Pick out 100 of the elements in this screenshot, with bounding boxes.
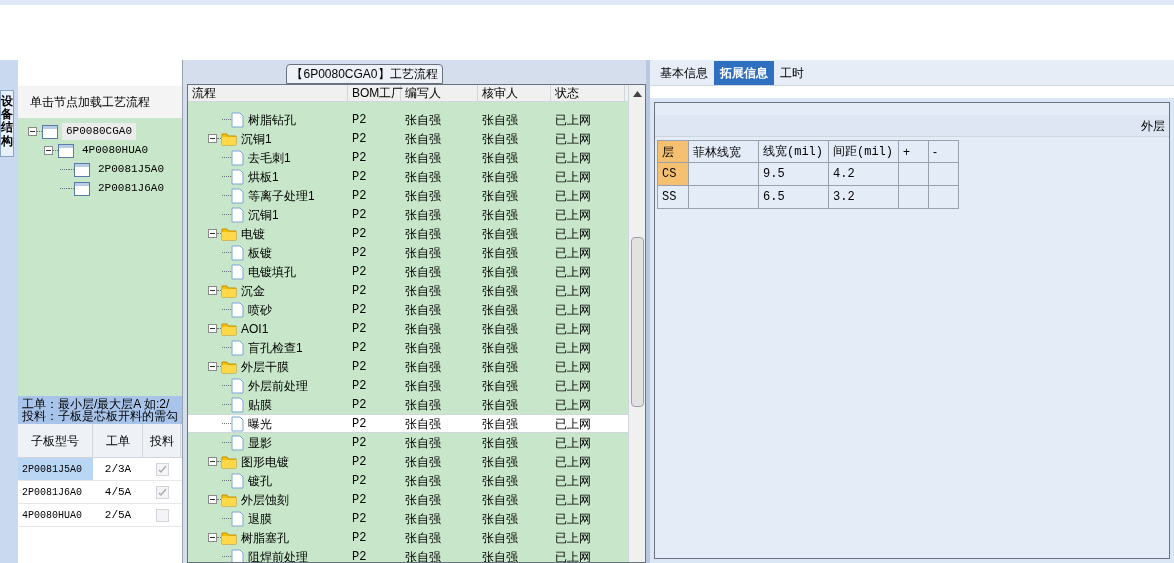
column-header[interactable]: 状态 (551, 85, 625, 101)
row-header[interactable]: CS (658, 163, 689, 186)
table-cell-text: 张自强 (404, 548, 442, 562)
panel-title: 【6P0080CGA0】工艺流程 (286, 64, 443, 84)
folder-icon (221, 454, 237, 469)
flow-step-name: 等离子处理1 (248, 187, 315, 205)
table-cell-text: P2 (351, 244, 368, 262)
table-row[interactable]: 2P0081J5A0 2/3A (18, 458, 182, 481)
column-header[interactable]: + (899, 141, 929, 163)
collapse-icon[interactable] (208, 134, 217, 143)
collapse-icon[interactable] (44, 146, 53, 155)
table-cell-text: 张自强 (404, 377, 442, 395)
table-cell-text: 4/5A (103, 484, 133, 500)
folder-icon (221, 359, 237, 374)
flow-row[interactable]: 阻焊前处理 P2 张自强 张自强 已上网 (188, 547, 628, 562)
tree-node[interactable]: 4P0080HUA0 (78, 142, 152, 159)
flow-row[interactable]: AOI1 P2 张自强 张自强 已上网 (188, 319, 628, 338)
collapse-icon[interactable] (208, 286, 217, 295)
column-header[interactable]: 菲林线宽 (689, 141, 759, 163)
table-cell-text: 张自强 (404, 206, 442, 224)
flow-row[interactable]: 显影 P2 张自强 张自强 已上网 (188, 433, 628, 452)
flow-row[interactable]: 贴膜 P2 张自强 张自强 已上网 (188, 395, 628, 414)
collapse-icon[interactable] (208, 533, 217, 542)
flow-row[interactable]: 外层前处理 P2 张自强 张自强 已上网 (188, 376, 628, 395)
table-cell-text: P2 (351, 282, 368, 300)
check-icon (157, 464, 167, 474)
column-header[interactable]: 层 (658, 141, 689, 163)
table-cell-text: P2 (351, 510, 368, 528)
table-cell: 2P0081J5A0 (18, 458, 93, 480)
flow-row[interactable]: 烘板1 P2 张自强 张自强 已上网 (188, 167, 628, 186)
flow-step-name: 去毛刺1 (248, 149, 291, 167)
tree-node[interactable]: 2P0081J5A0 (94, 161, 168, 178)
flow-row[interactable]: 去毛刺1 P2 张自强 张自强 已上网 (188, 148, 628, 167)
flow-row[interactable]: 电镀填孔 P2 张自强 张自强 已上网 (188, 262, 628, 281)
collapse-icon[interactable] (208, 229, 217, 238)
flow-row[interactable]: 镀孔 P2 张自强 张自强 已上网 (188, 471, 628, 490)
flow-row[interactable]: 外层蚀刻 P2 张自强 张自强 已上网 (188, 490, 628, 509)
column-header[interactable]: 线宽(mil) (759, 141, 829, 163)
table-cell-text: 已上网 (554, 453, 592, 471)
flow-row[interactable]: 板镀 P2 张自强 张自强 已上网 (188, 243, 628, 262)
flow-step-name: 阻焊前处理 (248, 548, 308, 562)
scrollbar[interactable] (628, 85, 645, 562)
document-icon (231, 263, 244, 280)
flow-row[interactable]: 外层干膜 P2 张自强 张自强 已上网 (188, 357, 628, 376)
column-header[interactable]: 核审人 (478, 85, 551, 101)
tab[interactable]: 拓展信息 (714, 61, 774, 85)
checkbox[interactable] (155, 485, 169, 499)
table-row[interactable]: 4P0080HUA0 2/5A (18, 504, 182, 527)
table-cell (899, 186, 929, 209)
collapse-icon[interactable] (208, 324, 217, 333)
document-icon (231, 168, 244, 185)
tab[interactable]: 工时 (774, 61, 810, 85)
column-header[interactable]: 间距(mil) (829, 141, 899, 163)
document-icon (231, 472, 244, 489)
table-cell-text: 张自强 (404, 453, 442, 471)
collapse-icon[interactable] (208, 457, 217, 466)
collapse-icon[interactable] (208, 362, 217, 371)
collapse-icon[interactable] (28, 127, 37, 136)
scroll-up-icon[interactable] (632, 91, 642, 97)
document-icon (231, 244, 244, 261)
table-cell: 3.2 (829, 186, 899, 209)
column-header[interactable]: 工单 (93, 424, 143, 457)
table-cell-text: 张自强 (481, 548, 519, 562)
column-header[interactable]: BOM工厂 (348, 85, 401, 101)
row-header[interactable]: SS (658, 186, 689, 209)
table-cell-text: 张自强 (481, 225, 519, 243)
tree-node[interactable]: 2P0081J6A0 (94, 180, 168, 197)
flow-row[interactable]: 沉金 P2 张自强 张自强 已上网 (188, 281, 628, 300)
table-cell-text: 已上网 (554, 415, 592, 432)
column-header[interactable]: 投料 (143, 424, 181, 457)
column-header[interactable]: - (929, 141, 959, 163)
flow-row[interactable]: 图形电镀 P2 张自强 张自强 已上网 (188, 452, 628, 471)
table-cell-text: 张自强 (481, 510, 519, 528)
tab[interactable]: 基本信息 (654, 61, 714, 85)
column-header[interactable]: 流程 (188, 85, 348, 101)
flow-row[interactable]: 沉铜1 P2 张自强 张自强 已上网 (188, 205, 628, 224)
table-cell (929, 163, 959, 186)
flow-row[interactable]: 树脂钻孔 P2 张自强 张自强 已上网 (188, 110, 628, 129)
table-cell-text: P2 (351, 358, 368, 376)
side-tab[interactable]: 设备结构 (0, 90, 14, 157)
flow-row[interactable]: 等离子处理1 P2 张自强 张自强 已上网 (188, 186, 628, 205)
flow-row[interactable]: 树脂塞孔 P2 张自强 张自强 已上网 (188, 528, 628, 547)
flow-row[interactable]: 曝光 P2 张自强 张自强 已上网 (188, 414, 628, 433)
column-header[interactable]: 子板型号 (18, 424, 93, 457)
flow-row[interactable]: 喷砂 P2 张自强 张自强 已上网 (188, 300, 628, 319)
check-icon (157, 487, 167, 497)
folder-icon (221, 530, 237, 545)
table-row[interactable]: 2P0081J6A0 4/5A (18, 481, 182, 504)
flow-row[interactable]: 退膜 P2 张自强 张自强 已上网 (188, 509, 628, 528)
collapse-icon[interactable] (208, 495, 217, 504)
flow-row[interactable]: 盲孔检查1 P2 张自强 张自强 已上网 (188, 338, 628, 357)
flow-row[interactable]: 电镀 P2 张自强 张自强 已上网 (188, 224, 628, 243)
table-cell-text: 2/5A (103, 507, 133, 523)
table-cell-text: 已上网 (554, 282, 592, 300)
tree-node[interactable]: 6P0080CGA0 (62, 123, 136, 140)
flow-row[interactable]: 沉铜1 P2 张自强 张自强 已上网 (188, 129, 628, 148)
checkbox[interactable] (155, 508, 169, 522)
table-cell-text: P2 (351, 149, 368, 167)
checkbox[interactable] (155, 462, 169, 476)
table-cell-text: 张自强 (404, 320, 442, 338)
